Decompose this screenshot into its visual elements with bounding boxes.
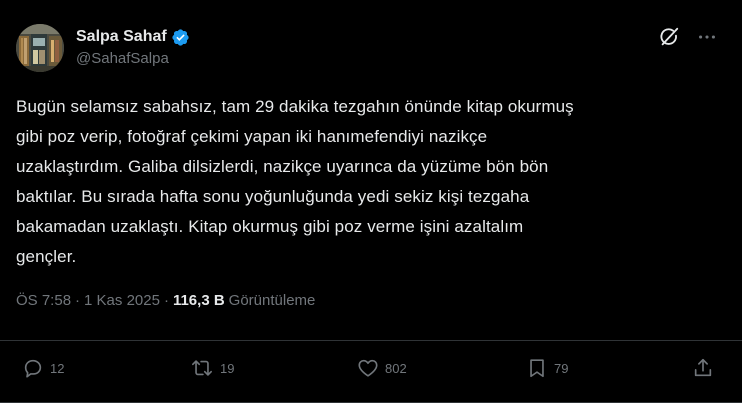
display-name[interactable]: Salpa Sahaf	[76, 28, 167, 46]
heart-icon	[357, 357, 379, 379]
like-button[interactable]: 802	[357, 357, 407, 379]
bookmark-button[interactable]: 79	[526, 357, 568, 379]
repost-count: 19	[220, 360, 235, 376]
verified-badge-icon[interactable]	[171, 28, 190, 47]
header-actions	[658, 26, 718, 48]
author-handle[interactable]: @SahafSalpa	[76, 50, 190, 67]
meta-separator: ·	[75, 292, 81, 309]
tweet-date[interactable]: 1 Kas 2025	[84, 292, 160, 309]
tweet-card: Salpa Sahaf @SahafSalpa Bugün selamsız s…	[0, 0, 742, 403]
name-row: Salpa Sahaf	[76, 27, 190, 47]
reply-icon	[22, 357, 44, 379]
avatar[interactable]	[16, 24, 64, 72]
more-dots-icon[interactable]	[696, 26, 718, 48]
bookmark-icon	[526, 357, 548, 379]
tweet-header: Salpa Sahaf @SahafSalpa	[16, 20, 726, 76]
tweet-meta: ÖS 7:58 · 1 Kas 2025 · 116,3 B Görüntüle…	[16, 292, 315, 309]
reply-button[interactable]: 12	[22, 357, 64, 379]
bookmark-count: 79	[554, 360, 569, 376]
tweet-time[interactable]: ÖS 7:58	[16, 292, 71, 309]
views-label: Görüntüleme	[228, 292, 316, 309]
views-count[interactable]: 116,3 B	[173, 292, 225, 309]
author-names: Salpa Sahaf @SahafSalpa	[76, 27, 190, 67]
repost-button[interactable]: 19	[190, 357, 234, 379]
tweet-actions-bar: 12 19 802 79	[0, 340, 742, 396]
share-button[interactable]	[692, 357, 714, 379]
meta-separator: ·	[163, 292, 169, 309]
reply-count: 12	[50, 360, 65, 376]
repost-icon	[190, 357, 214, 379]
like-count: 802	[385, 360, 407, 376]
share-icon	[692, 357, 714, 379]
grok-icon[interactable]	[658, 26, 680, 48]
tweet-text: Bugün selamsız sabahsız, tam 29 dakika t…	[16, 97, 574, 266]
